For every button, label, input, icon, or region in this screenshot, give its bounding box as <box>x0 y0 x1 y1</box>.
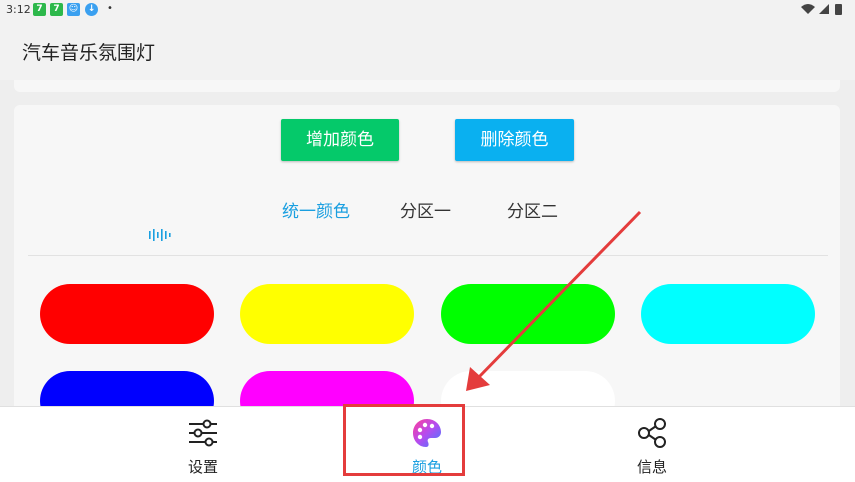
settings-card-bottom-edge <box>14 80 840 92</box>
signal-icon <box>819 4 829 14</box>
status-time: 3:12 <box>6 3 31 16</box>
status-right-icons <box>799 2 849 19</box>
sliders-icon <box>189 419 217 447</box>
nav-item-info[interactable]: 信息 <box>592 407 712 482</box>
wifi-icon <box>801 4 815 14</box>
add-color-button[interactable]: 增加颜色 <box>281 119 399 161</box>
color-swatch-red[interactable] <box>40 284 214 344</box>
color-swatch-yellow[interactable] <box>240 284 414 344</box>
nav-label-info: 信息 <box>636 458 667 476</box>
status-bar: 3:12 7 7 ☺ ↓ • <box>0 0 855 20</box>
app-title: 汽车音乐氛围灯 <box>22 42 156 64</box>
audio-bars-icon <box>149 229 171 241</box>
download-icon: ↓ <box>85 3 98 16</box>
more-notifications-dot: • <box>107 3 113 14</box>
tab-zone-two[interactable]: 分区二 <box>507 197 558 222</box>
tab-unified-color[interactable]: 统一颜色 <box>282 197 350 222</box>
tab-divider <box>28 255 828 256</box>
app-7-icon: 7 <box>50 3 63 16</box>
app-bar: 汽车音乐氛围灯 <box>0 20 855 80</box>
battery-icon <box>835 4 842 15</box>
app-7-icon: 7 <box>33 3 46 16</box>
chat-icon: ☺ <box>67 3 80 16</box>
share-icon <box>638 418 666 448</box>
delete-color-button[interactable]: 删除颜色 <box>455 119 574 161</box>
nav-label-settings: 设置 <box>187 458 218 476</box>
color-swatch-green[interactable] <box>441 284 615 344</box>
tab-zone-one[interactable]: 分区一 <box>400 197 451 222</box>
highlight-box <box>343 404 465 476</box>
color-panel: 增加颜色 删除颜色 统一颜色 分区一 分区二 <box>14 105 840 431</box>
nav-item-settings[interactable]: 设置 <box>143 407 263 482</box>
color-swatch-cyan[interactable] <box>641 284 815 344</box>
